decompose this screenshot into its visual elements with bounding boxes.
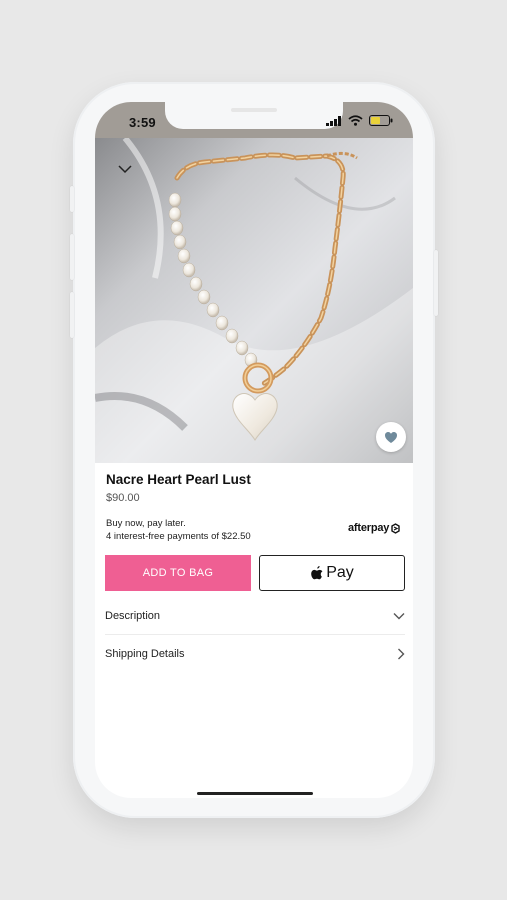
mute-switch <box>70 186 74 212</box>
status-time: 3:59 <box>129 115 156 130</box>
chevron-down-icon <box>393 613 405 620</box>
status-icons <box>326 115 393 126</box>
home-indicator[interactable] <box>197 792 313 795</box>
add-to-bag-button[interactable]: ADD TO BAG <box>105 555 251 591</box>
description-row[interactable]: Description <box>105 598 405 634</box>
device-notch <box>165 102 343 129</box>
app-screen: 3:59 Nacre Heart Pearl Lust $90.00 Buy n… <box>95 102 413 798</box>
signal-icon <box>326 115 341 126</box>
favorite-button[interactable] <box>376 422 406 452</box>
notch-speaker <box>231 108 277 112</box>
description-label: Description <box>105 610 161 622</box>
wifi-icon <box>348 115 363 126</box>
apple-pay-button[interactable]: Pay <box>259 555 405 591</box>
chevron-right-icon <box>398 648 405 660</box>
row-divider <box>105 634 405 635</box>
shipping-details-row[interactable]: Shipping Details <box>105 636 405 672</box>
chevron-down-icon[interactable] <box>117 164 133 174</box>
afterpay-wordmark: afterpay <box>348 522 390 534</box>
battery-icon <box>369 115 393 126</box>
apple-pay-label: Pay <box>326 564 354 581</box>
volume-down-button <box>70 292 74 338</box>
bnpl-headline: Buy now, pay later. <box>106 518 186 529</box>
product-price: $90.00 <box>106 492 140 504</box>
shipping-details-label: Shipping Details <box>105 648 185 660</box>
heart-icon <box>385 431 397 443</box>
power-button <box>434 250 438 316</box>
afterpay-logo[interactable]: afterpay <box>348 522 401 534</box>
status-bar: 3:59 <box>95 102 413 138</box>
necklace-photo <box>95 138 413 463</box>
apple-logo-icon <box>311 566 323 580</box>
product-title: Nacre Heart Pearl Lust <box>106 472 251 487</box>
afterpay-logo-icon <box>391 522 400 534</box>
bnpl-installments: 4 interest-free payments of $22.50 <box>106 531 251 542</box>
product-image <box>95 138 413 463</box>
volume-up-button <box>70 234 74 280</box>
